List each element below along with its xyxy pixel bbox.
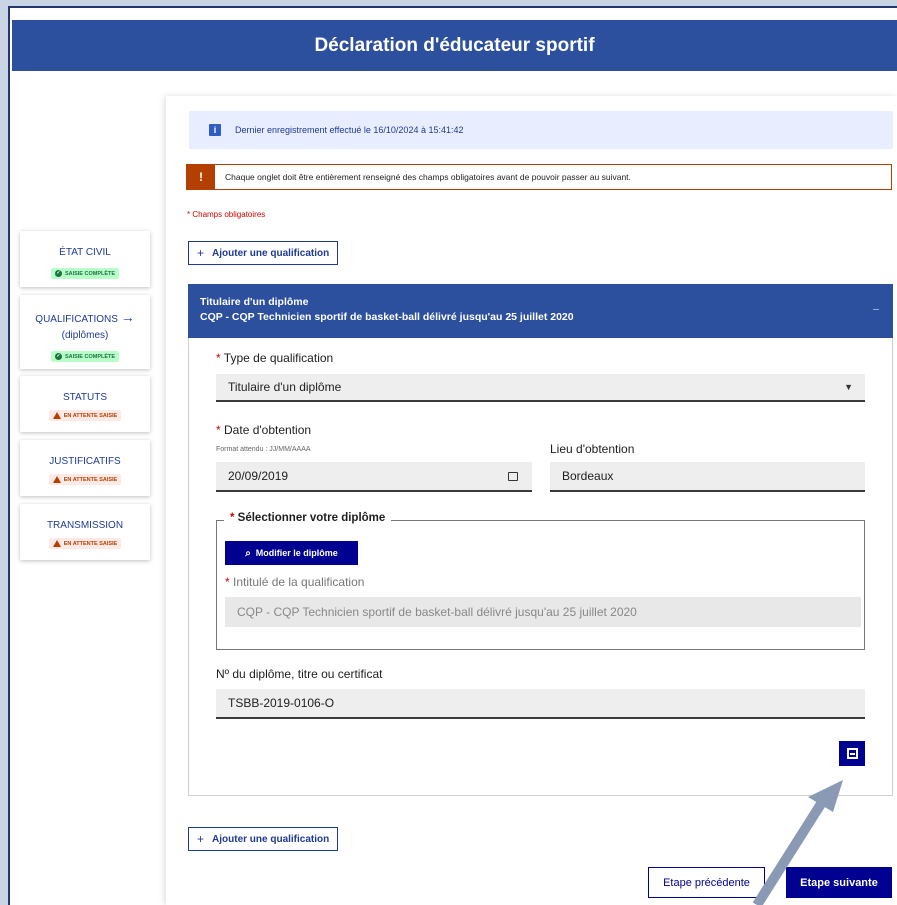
status-badge: ✓ SAISIE COMPLÈTE — [50, 268, 120, 279]
next-step-button[interactable]: Etape suivante — [786, 867, 892, 898]
intitule-label: * Intitulé de la qualification — [225, 575, 365, 589]
date-hint: Format attendu : JJ/MM/AAAA — [216, 446, 311, 453]
status-badge: EN ATTENTE SAISIE — [48, 410, 122, 421]
warning-text: Chaque onglet doit être entièrement rens… — [225, 172, 631, 182]
page-title: Déclaration d'éducateur sportif — [314, 34, 595, 56]
sidebar-item-label: JUSTIFICATIFS — [49, 456, 121, 467]
page-header: Déclaration d'éducateur sportif — [12, 20, 897, 71]
info-alert: i Dernier enregistrement effectué le 16/… — [189, 111, 893, 149]
plus-icon: + — [197, 246, 205, 260]
qualification-panel-header[interactable]: Titulaire d'un diplôme CQP - CQP Technic… — [188, 284, 893, 338]
sidebar-item-transmission[interactable]: TRANSMISSION EN ATTENTE SAISIE — [20, 504, 150, 560]
place-input[interactable]: Bordeaux — [550, 462, 865, 492]
save-icon — [846, 748, 858, 759]
check-icon: ✓ — [54, 270, 62, 277]
diploma-legend: * Sélectionner votre diplôme — [224, 512, 392, 524]
arrow-right-icon: → — [120, 309, 135, 325]
status-badge: EN ATTENTE SAISIE — [48, 474, 122, 485]
sidebar-item-label: ÉTAT CIVIL — [59, 247, 111, 258]
info-text: Dernier enregistrement effectué le 16/10… — [235, 125, 464, 135]
chevron-down-icon: ▼ — [844, 382, 853, 392]
warning-icon — [52, 412, 61, 419]
add-qualification-button-bottom[interactable]: + Ajouter une qualification — [188, 827, 339, 851]
warning-alert: ! Chaque onglet doit être entièrement re… — [186, 164, 892, 190]
check-icon: ✓ — [54, 353, 62, 360]
type-select[interactable]: Titulaire d'un diplôme ▼ — [216, 374, 865, 402]
intitule-input: CQP - CQP Technicien sportif de basket-b… — [225, 597, 861, 627]
calendar-icon[interactable] — [508, 471, 518, 481]
sidebar-item-statuts[interactable]: STATUTS EN ATTENTE SAISIE — [20, 376, 150, 432]
sidebar-item-justificatifs[interactable]: JUSTIFICATIFS EN ATTENTE SAISIE — [20, 440, 150, 496]
status-badge: ✓ SAISIE COMPLÈTE — [50, 351, 120, 362]
number-input[interactable]: TSBB-2019-0106-O — [216, 689, 865, 719]
required-note: * Champs obligatoires — [187, 210, 266, 219]
sidebar-item-label: QUALIFICATIONS → (diplômes) — [35, 309, 135, 341]
save-button[interactable] — [839, 741, 865, 766]
number-label: Nº du diplôme, titre ou certificat — [216, 667, 383, 681]
sidebar-item-qualifications[interactable]: QUALIFICATIONS → (diplômes) ✓ SAISIE COMP… — [20, 295, 150, 369]
panel-subtitle: CQP - CQP Technicien sportif de basket-b… — [200, 311, 574, 323]
panel-title: Titulaire d'un diplôme — [200, 296, 309, 308]
modify-diploma-button[interactable]: ⌕ Modifier le diplôme — [225, 541, 358, 565]
info-icon: i — [209, 124, 221, 136]
warning-icon — [52, 476, 61, 483]
add-qualification-button-top[interactable]: + Ajouter une qualification — [188, 241, 339, 265]
sidebar-item-label: TRANSMISSION — [46, 520, 124, 531]
date-input[interactable]: 20/09/2019 — [216, 462, 532, 492]
date-label: * Date d'obtention — [216, 423, 312, 437]
plus-icon: + — [197, 832, 205, 846]
collapse-icon[interactable]: – — [873, 302, 879, 317]
previous-step-button[interactable]: Etape précédente — [648, 867, 765, 898]
search-icon: ⌕ — [245, 547, 251, 559]
sidebar-item-etat-civil[interactable]: ÉTAT CIVIL ✓ SAISIE COMPLÈTE — [20, 231, 150, 287]
place-label: Lieu d'obtention — [550, 442, 635, 456]
sidebar-item-label: STATUTS — [62, 392, 108, 403]
warning-icon — [52, 540, 61, 547]
warning-icon: ! — [187, 165, 215, 189]
type-label: * Type de qualification — [216, 351, 334, 365]
status-badge: EN ATTENTE SAISIE — [48, 538, 122, 549]
